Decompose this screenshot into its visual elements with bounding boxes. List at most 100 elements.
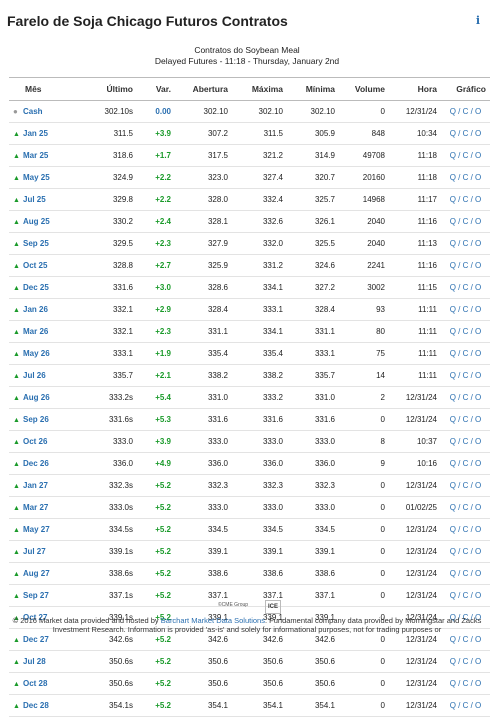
symbol-link[interactable]: May 25: [23, 173, 50, 182]
chart-links[interactable]: Q / C / O: [441, 298, 490, 321]
header-time[interactable]: Hora: [389, 77, 441, 101]
header-volume[interactable]: Volume: [339, 77, 389, 101]
symbol-link[interactable]: Jul 27: [23, 547, 46, 556]
cell-low: 354.1: [287, 694, 339, 717]
symbol-link[interactable]: Aug 27: [23, 569, 50, 578]
symbol-link[interactable]: Aug 26: [23, 393, 50, 402]
symbol-link[interactable]: Mar 26: [23, 327, 48, 336]
header-month[interactable]: Mês: [9, 77, 85, 101]
chart-links[interactable]: Q / C / O: [441, 100, 490, 123]
up-arrow-icon: ▲: [13, 241, 20, 248]
subtitle-delayed: Delayed Futures - 11:18 - Thursday, Janu…: [154, 56, 340, 66]
chart-links[interactable]: Q / C / O: [441, 166, 490, 189]
symbol-link[interactable]: Jan 27: [23, 481, 48, 490]
chart-links[interactable]: Q / C / O: [441, 364, 490, 387]
cell-low: 324.6: [287, 254, 339, 277]
chart-links[interactable]: Q / C / O: [441, 144, 490, 167]
cell-symbol: ▲ May 25: [9, 166, 85, 189]
symbol-link[interactable]: Oct 26: [23, 437, 47, 446]
symbol-link[interactable]: Dec 26: [23, 459, 49, 468]
cell-high: 333.1: [232, 298, 287, 321]
symbol-link[interactable]: Sep 27: [23, 591, 49, 600]
cell-symbol: ▲ Jul 28: [9, 650, 85, 673]
cell-low: 336.0: [287, 452, 339, 475]
up-arrow-icon: ▲: [13, 373, 20, 380]
cell-high: 333.0: [232, 430, 287, 453]
cell-open: 331.6: [175, 408, 232, 431]
chart-links[interactable]: Q / C / O: [441, 408, 490, 431]
symbol-link[interactable]: Mar 25: [23, 151, 48, 160]
header-open[interactable]: Abertura: [175, 77, 232, 101]
cell-high: 334.5: [232, 518, 287, 541]
cell-high: 333.0: [232, 496, 287, 519]
cell-open: 317.5: [175, 144, 232, 167]
chart-links[interactable]: Q / C / O: [441, 232, 490, 255]
symbol-link[interactable]: Sep 26: [23, 415, 49, 424]
cell-open: 354.1: [175, 694, 232, 717]
table-row: ▲ Dec 28 354.1s +5.2 354.1 354.1 354.1 0 12/31/2…: [9, 694, 490, 717]
chart-links[interactable]: Q / C / O: [441, 254, 490, 277]
header-high[interactable]: Máxima: [232, 77, 287, 101]
header-change[interactable]: Var.: [137, 77, 175, 101]
chart-links[interactable]: Q / C / O: [441, 672, 490, 695]
symbol-link[interactable]: May 27: [23, 525, 50, 534]
cell-low: 334.5: [287, 518, 339, 541]
symbol-link[interactable]: Mar 27: [23, 503, 48, 512]
table-row: ▲ Oct 25 328.8 +2.7 325.9 331.2 324.6 2241 11:16…: [9, 254, 490, 277]
cell-change: +1.9: [137, 342, 175, 365]
chart-links[interactable]: Q / C / O: [441, 474, 490, 497]
symbol-link[interactable]: Cash: [23, 107, 43, 116]
chart-links[interactable]: Q / C / O: [441, 584, 490, 607]
symbol-link[interactable]: Jan 25: [23, 129, 48, 138]
cell-open: 328.1: [175, 210, 232, 233]
chart-links[interactable]: Q / C / O: [441, 320, 490, 343]
symbol-link[interactable]: Jul 26: [23, 371, 46, 380]
info-icon[interactable]: i: [471, 14, 485, 28]
cell-change: +2.1: [137, 364, 175, 387]
symbol-link[interactable]: Dec 28: [23, 701, 49, 710]
cell-last: 331.6s: [85, 408, 137, 431]
cell-high: 321.2: [232, 144, 287, 167]
symbol-link[interactable]: Dec 25: [23, 283, 49, 292]
symbol-link[interactable]: May 26: [23, 349, 50, 358]
chart-links[interactable]: Q / C / O: [441, 430, 490, 453]
symbol-link[interactable]: Aug 25: [23, 217, 50, 226]
symbol-link[interactable]: Jan 26: [23, 305, 48, 314]
cell-last: 350.6s: [85, 650, 137, 673]
symbol-link[interactable]: Jul 28: [23, 657, 46, 666]
chart-links[interactable]: Q / C / O: [441, 210, 490, 233]
cell-high: 350.6: [232, 672, 287, 695]
cell-volume: 0: [339, 540, 389, 563]
cell-volume: 0: [339, 672, 389, 695]
chart-links[interactable]: Q / C / O: [441, 562, 490, 585]
cell-low: 331.6: [287, 408, 339, 431]
chart-links[interactable]: Q / C / O: [441, 188, 490, 211]
symbol-link[interactable]: Oct 28: [23, 679, 47, 688]
chart-links[interactable]: Q / C / O: [441, 650, 490, 673]
symbol-link[interactable]: Jul 25: [23, 195, 46, 204]
chart-links[interactable]: Q / C / O: [441, 386, 490, 409]
header-last[interactable]: Último: [85, 77, 137, 101]
chart-links[interactable]: Q / C / O: [441, 694, 490, 717]
up-arrow-icon: ▲: [13, 197, 20, 204]
up-arrow-icon: ▲: [13, 505, 20, 512]
symbol-link[interactable]: Sep 25: [23, 239, 49, 248]
cell-change: +5.2: [137, 672, 175, 695]
table-row: ▲ Sep 27 337.1s +5.2 337.1 337.1 337.1 0 12/31/2…: [9, 584, 490, 607]
barchart-link[interactable]: Barchart Market Data Solutions: [161, 616, 265, 625]
cell-volume: 49708: [339, 144, 389, 167]
chart-links[interactable]: Q / C / O: [441, 540, 490, 563]
chart-links[interactable]: Q / C / O: [441, 276, 490, 299]
chart-links[interactable]: Q / C / O: [441, 342, 490, 365]
symbol-link[interactable]: Oct 25: [23, 261, 47, 270]
chart-links[interactable]: Q / C / O: [441, 496, 490, 519]
cell-volume: 2040: [339, 210, 389, 233]
chart-links[interactable]: Q / C / O: [441, 518, 490, 541]
header-low[interactable]: Mínima: [287, 77, 339, 101]
up-arrow-icon: ▲: [13, 153, 20, 160]
chart-links[interactable]: Q / C / O: [441, 122, 490, 145]
cell-low: 326.1: [287, 210, 339, 233]
chart-links[interactable]: Q / C / O: [441, 452, 490, 475]
cell-change: +2.2: [137, 188, 175, 211]
cell-symbol: ▲ Jan 26: [9, 298, 85, 321]
